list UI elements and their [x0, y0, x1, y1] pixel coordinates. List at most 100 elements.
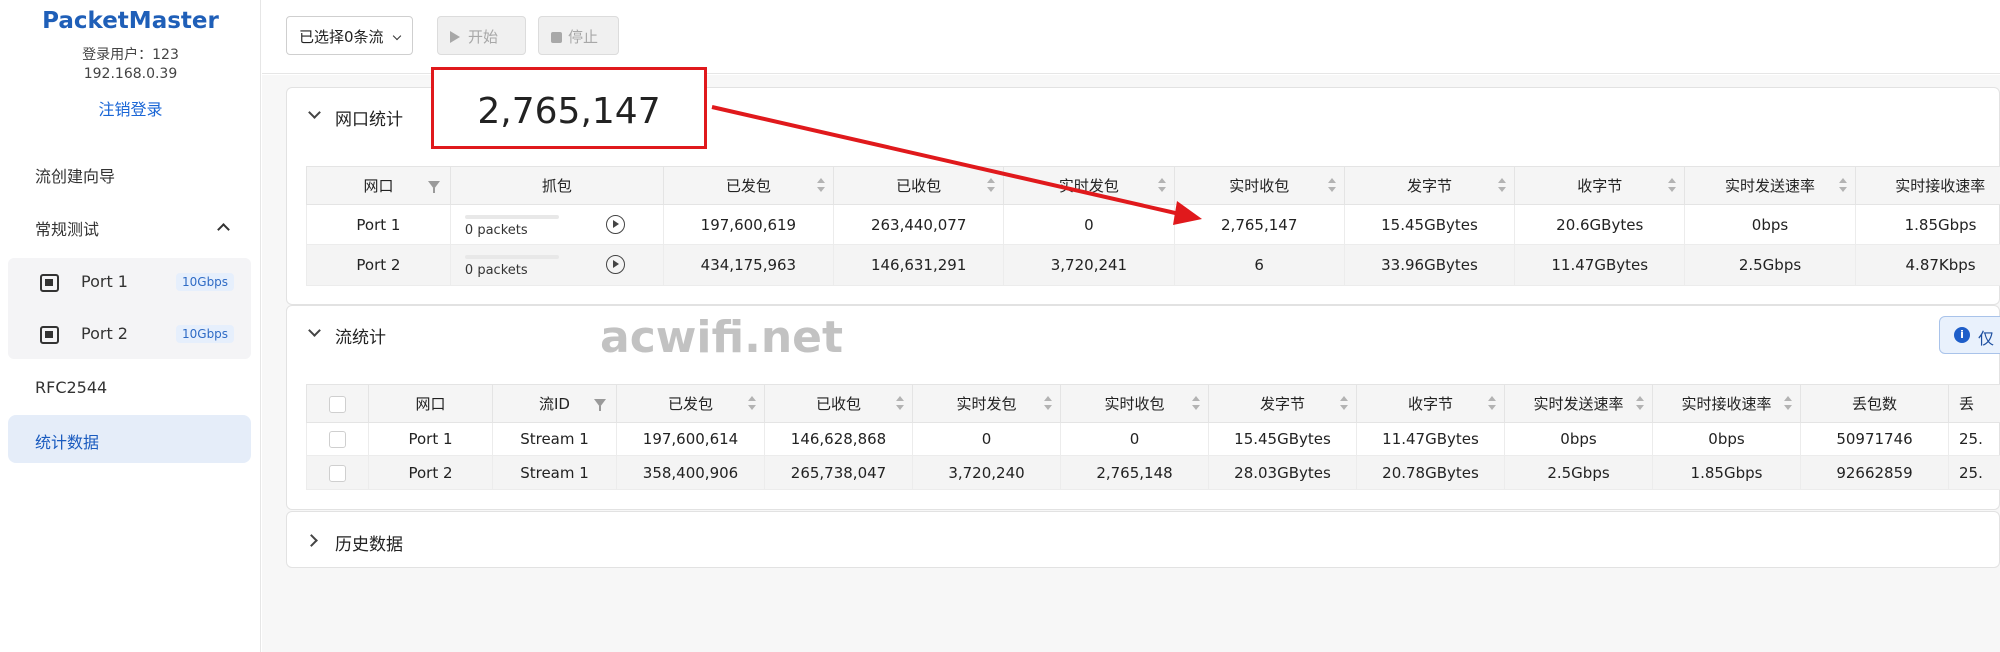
- stop-button[interactable]: 停止: [538, 16, 619, 55]
- filter-icon[interactable]: [594, 399, 606, 411]
- sort-icon[interactable]: [817, 178, 826, 194]
- sort-icon[interactable]: [1044, 396, 1052, 412]
- annotation-callout: 2,765,147: [431, 67, 707, 149]
- column-header-bytes-recv[interactable]: 收字节: [1514, 166, 1686, 205]
- start-button[interactable]: 开始: [437, 16, 526, 55]
- column-header-sent[interactable]: 已发包: [662, 166, 835, 205]
- panel-title: 网口统计: [335, 110, 403, 130]
- sort-icon[interactable]: [1498, 178, 1507, 194]
- cell-bytes-sent: 15.45GBytes: [1343, 204, 1515, 245]
- sort-icon[interactable]: [1192, 396, 1200, 412]
- sort-icon[interactable]: [987, 178, 996, 194]
- play-circle-icon[interactable]: [605, 255, 625, 274]
- cell-capture: 0 packets: [449, 204, 664, 245]
- chevron-down-icon: [392, 31, 401, 41]
- column-header-rate-tx[interactable]: 实时发送速率: [1504, 384, 1653, 423]
- sidebar-item-port-2[interactable]: Port 2 10Gbps: [8, 311, 251, 359]
- row-checkbox[interactable]: [329, 431, 346, 448]
- port-label: Port 2: [81, 324, 128, 343]
- callout-value: 2,765,147: [477, 91, 661, 132]
- column-header-stream-id[interactable]: 流ID: [492, 384, 617, 423]
- sidebar-item-rfc2544[interactable]: RFC2544: [35, 378, 107, 397]
- column-header-rt-recv[interactable]: 实时收包: [1173, 166, 1345, 205]
- cell-rt-recv: 2,765,147: [1173, 204, 1345, 245]
- sort-icon[interactable]: [896, 396, 904, 412]
- chevron-down-icon[interactable]: [308, 324, 321, 337]
- select-all-checkbox[interactable]: [329, 395, 346, 413]
- filter-icon[interactable]: [427, 181, 440, 193]
- sort-icon[interactable]: [1157, 178, 1166, 194]
- stream-selector-label: 已选择0条流: [299, 28, 384, 46]
- sidebar-item-regular-test[interactable]: 常规测试: [35, 216, 99, 240]
- info-tag[interactable]: i 仅: [1939, 316, 2000, 354]
- chevron-down-icon[interactable]: [308, 106, 321, 119]
- stop-label: 停止: [568, 28, 599, 46]
- table-row: Port 2 Stream 1 358,400,906 265,738,047 …: [306, 455, 2000, 490]
- sort-icon[interactable]: [1636, 396, 1644, 412]
- cell-lost: 50971746: [1800, 422, 1949, 456]
- stop-icon: [551, 32, 562, 43]
- column-header-bytes-sent[interactable]: 发字节: [1208, 384, 1357, 423]
- sort-icon[interactable]: [1838, 178, 1847, 194]
- column-header-rt-sent[interactable]: 实时发包: [912, 384, 1061, 423]
- column-header-rate-tx[interactable]: 实时发送速率: [1684, 166, 1856, 205]
- cell-port: Port 2: [306, 244, 451, 286]
- info-tag-label: 仅: [1978, 329, 1995, 348]
- brand-logo: PacketMaster: [42, 8, 219, 34]
- cell-received: 146,631,291: [833, 244, 1004, 286]
- column-header-rate-rx[interactable]: 实时接收速率: [1854, 166, 2000, 205]
- row-checkbox[interactable]: [329, 464, 346, 482]
- sort-icon[interactable]: [748, 396, 756, 412]
- table-row: Port 2 0 packets 434,175,963 146,631,291…: [306, 244, 2000, 286]
- cell-rate-rx: 1.85Gbps: [1854, 204, 2000, 245]
- flow-stats-table: 网口 流ID 已发包 已收包 实时发包 实时收包 发字节 收字节 实时发送速率 …: [306, 384, 2000, 490]
- login-user: 登录用户：123: [82, 47, 179, 63]
- sort-icon[interactable]: [1784, 396, 1792, 412]
- column-header-loss-rate: 丢: [1948, 384, 2000, 423]
- stream-selector-dropdown[interactable]: 已选择0条流: [286, 16, 413, 55]
- sort-icon[interactable]: [1327, 178, 1336, 194]
- chevron-up-icon[interactable]: [217, 223, 230, 236]
- sidebar-item-flow-wizard[interactable]: 流创建向导: [35, 163, 115, 187]
- sort-icon[interactable]: [1488, 396, 1496, 412]
- history-header[interactable]: 历史数据: [287, 512, 1999, 568]
- column-header-rt-sent[interactable]: 实时发包: [1003, 166, 1175, 205]
- cell-port: Port 2: [368, 455, 493, 490]
- cell-bytes-recv: 11.47GBytes: [1514, 244, 1685, 286]
- capture-count: 0 packets: [464, 263, 528, 278]
- column-header-received[interactable]: 已收包: [833, 166, 1005, 205]
- chevron-right-icon[interactable]: [305, 534, 318, 547]
- cell-rate-tx: 0bps: [1684, 204, 1856, 245]
- sidebar-item-statistics[interactable]: 统计数据: [8, 415, 251, 463]
- row-checkbox-cell[interactable]: [306, 455, 369, 490]
- port-label: Port 1: [81, 272, 128, 291]
- sort-icon[interactable]: [1668, 178, 1677, 194]
- cell-rt-recv: 2,765,148: [1060, 455, 1209, 490]
- cell-bytes-sent: 15.45GBytes: [1208, 422, 1357, 456]
- column-header-port[interactable]: 网口: [306, 166, 451, 205]
- cell-sent: 358,400,906: [616, 455, 765, 490]
- select-all-checkbox-cell[interactable]: [306, 384, 369, 423]
- play-circle-icon[interactable]: [605, 215, 625, 234]
- column-header-port: 网口: [368, 384, 493, 423]
- flow-stats-header[interactable]: 流统计: [287, 306, 1999, 362]
- column-header-received[interactable]: 已收包: [764, 384, 913, 423]
- play-icon: [450, 31, 460, 43]
- column-header-rt-recv[interactable]: 实时收包: [1060, 384, 1209, 423]
- row-checkbox-cell[interactable]: [306, 422, 369, 456]
- info-icon: i: [1954, 327, 1970, 343]
- column-header-rate-rx[interactable]: 实时接收速率: [1652, 384, 1801, 423]
- cell-rt-recv: 6: [1173, 244, 1345, 286]
- column-header-sent[interactable]: 已发包: [616, 384, 765, 423]
- ethernet-port-icon: [40, 326, 59, 344]
- cell-rate-rx: 4.87Kbps: [1854, 244, 2000, 286]
- sidebar-item-port-1[interactable]: Port 1 10Gbps: [8, 259, 251, 307]
- column-header-bytes-sent[interactable]: 发字节: [1343, 166, 1516, 205]
- app-window: PacketMaster 登录用户：123 192.168.0.39 注销登录 …: [0, 0, 2000, 652]
- panel-title: 流统计: [335, 328, 386, 348]
- logout-link[interactable]: 注销登录: [0, 96, 261, 120]
- column-header-bytes-recv[interactable]: 收字节: [1356, 384, 1505, 423]
- cell-bytes-sent: 33.96GBytes: [1343, 244, 1515, 286]
- cell-bytes-sent: 28.03GBytes: [1208, 455, 1357, 490]
- sort-icon[interactable]: [1340, 396, 1348, 412]
